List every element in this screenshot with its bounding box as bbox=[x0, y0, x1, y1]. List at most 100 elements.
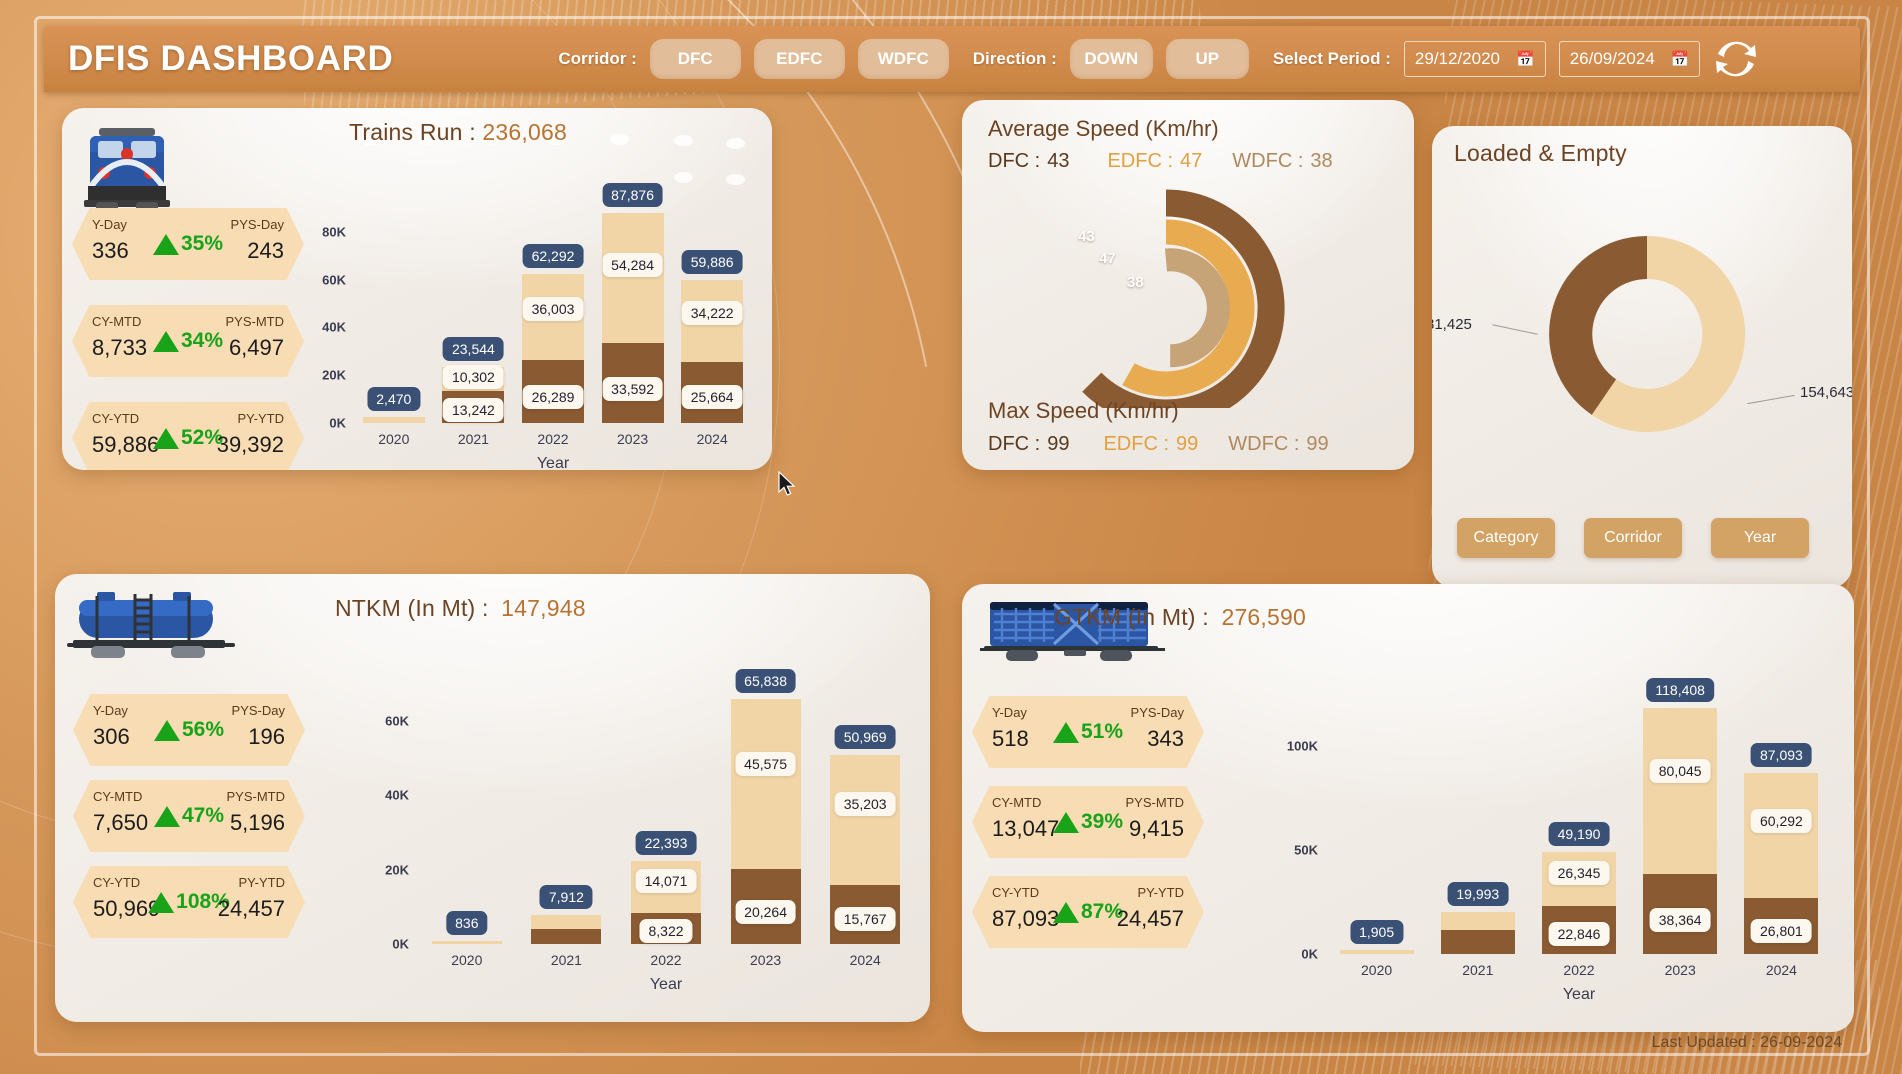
filter-button-corridor[interactable]: Corridor bbox=[1584, 518, 1682, 558]
bar-column[interactable] bbox=[362, 417, 425, 423]
x-axis-title: Year bbox=[649, 976, 683, 993]
triangle-up-icon bbox=[152, 427, 179, 449]
avg-wdfc-label: WDFC : bbox=[1232, 150, 1304, 172]
avg-edfc-label: EDFC : bbox=[1107, 150, 1174, 172]
ntkm-title-label: NTKM (In Mt) : bbox=[335, 595, 489, 621]
x-axis-title: Year bbox=[536, 455, 570, 470]
x-axis-title: Year bbox=[1562, 986, 1596, 1003]
bar-total-label: 836 bbox=[446, 910, 488, 935]
kpi-cy-mtd[interactable]: CY-MTD 7,650 47% PYS-MTD 5,196 bbox=[73, 780, 305, 852]
kpi-y-day[interactable]: Y-Day 518 51% PYS-Day 343 bbox=[972, 696, 1204, 768]
page-title: DFIS DASHBOARD bbox=[68, 39, 394, 78]
refresh-icon[interactable] bbox=[1713, 37, 1759, 81]
bar-total-label: 59,886 bbox=[681, 249, 743, 274]
bar-column[interactable] bbox=[431, 940, 502, 944]
bar-segment-upper bbox=[1440, 912, 1515, 931]
filter-button-category[interactable]: Category bbox=[1457, 518, 1555, 558]
y-axis-tick: 50K bbox=[1294, 842, 1318, 858]
bar-column[interactable] bbox=[1339, 950, 1414, 954]
x-axis-tick: 2024 bbox=[849, 952, 881, 968]
calendar-icon[interactable]: 📅 bbox=[1671, 52, 1690, 67]
kpi-left-value: 518 bbox=[992, 726, 1029, 751]
speed-panel: Average Speed (Km/hr) DFC : 43 EDFC : 47… bbox=[962, 100, 1414, 470]
kpi-cy-ytd[interactable]: CY-YTD 87,093 87% PY-YTD 24,457 bbox=[972, 876, 1204, 948]
bar-segment-label-lower: 8,322 bbox=[639, 919, 693, 944]
max-wdfc-value: 99 bbox=[1306, 433, 1329, 455]
bar-total-label: 19,993 bbox=[1447, 882, 1509, 907]
max-speed-values: DFC : 99 EDFC : 99 WDFC : 99 bbox=[988, 433, 1329, 456]
filter-button-year[interactable]: Year bbox=[1711, 518, 1809, 558]
kpi-left-value: 8,733 bbox=[92, 335, 148, 360]
kpi-cy-ytd[interactable]: CY-YTD 59,886 52% PY-YTD 39,392 bbox=[72, 402, 304, 470]
select-period-label: Select Period : bbox=[1272, 49, 1391, 68]
bar-total-label: 23,544 bbox=[442, 336, 504, 361]
kpi-right-label: PYS-Day bbox=[231, 703, 285, 718]
bar-segment-lower bbox=[531, 928, 602, 944]
bar-column[interactable] bbox=[531, 914, 602, 944]
loaded-empty-donut bbox=[1549, 235, 1746, 432]
trains-run-title: Trains Run : 236,068 bbox=[349, 119, 567, 146]
bar-segment-label-upper: 60,292 bbox=[1750, 808, 1812, 833]
trains-run-panel: Trains Run : 236,068 Y-Day 336 35% PYS-D… bbox=[62, 108, 772, 470]
kpi-right-value: 5,196 bbox=[229, 810, 285, 835]
max-dfc-value: 99 bbox=[1047, 433, 1070, 455]
avg-dfc-label: DFC : bbox=[988, 150, 1041, 172]
x-axis-tick: 2023 bbox=[1664, 962, 1696, 978]
kpi-left-value: 59,886 bbox=[92, 432, 160, 457]
bar-segment-lower bbox=[1440, 930, 1515, 954]
kpi-delta: 56% bbox=[153, 718, 225, 742]
kpi-right-label: PYS-Day bbox=[1130, 705, 1184, 720]
x-axis-tick: 2021 bbox=[1462, 962, 1494, 978]
bar-segment-label-upper: 26,345 bbox=[1548, 860, 1610, 885]
bar-segment-upper bbox=[730, 699, 801, 869]
average-speed-title: Average Speed (Km/hr) bbox=[988, 116, 1219, 141]
gtkm-chart: 0K 50K 100K 1,905 2020 19,993 2021 49,190 26,345… bbox=[1252, 677, 1832, 1003]
kpi-left-label: CY-MTD bbox=[92, 314, 142, 329]
date-from-input[interactable]: 29/12/2020 📅 bbox=[1403, 41, 1546, 77]
kpi-pct: 56% bbox=[181, 718, 225, 741]
kpi-delta: 87% bbox=[1052, 900, 1123, 924]
bar-segment-label-upper: 36,003 bbox=[522, 296, 584, 321]
kpi-delta: 51% bbox=[1052, 720, 1123, 744]
kpi-y-day[interactable]: Y-Day 336 35% PYS-Day 243 bbox=[72, 208, 304, 280]
bar-segment-label-upper: 14,071 bbox=[635, 868, 697, 893]
y-axis-tick: 80K bbox=[322, 224, 346, 240]
date-to-input[interactable]: 26/09/2024 📅 bbox=[1558, 41, 1701, 77]
direction-option-down[interactable]: DOWN bbox=[1069, 39, 1153, 79]
bar-segment-label-lower: 26,801 bbox=[1750, 918, 1812, 943]
corridor-option-edfc[interactable]: EDFC bbox=[753, 39, 845, 79]
corridor-option-dfc[interactable]: DFC bbox=[649, 39, 741, 79]
trains-run-chart: 0K 20K 40K 60K 80K 2,470 2020 23,544 10,302 13,24… bbox=[302, 183, 752, 470]
kpi-left-value: 306 bbox=[93, 724, 130, 749]
calendar-icon[interactable]: 📅 bbox=[1516, 52, 1535, 67]
bar-segment-upper bbox=[601, 213, 664, 343]
x-axis-tick: 2022 bbox=[537, 431, 569, 447]
kpi-pct: 35% bbox=[180, 232, 224, 255]
x-axis-tick: 2024 bbox=[1765, 962, 1797, 978]
kpi-delta: 35% bbox=[152, 232, 224, 256]
triangle-up-icon bbox=[1052, 721, 1079, 743]
kpi-cy-mtd[interactable]: CY-MTD 8,733 34% PYS-MTD 6,497 bbox=[72, 305, 304, 377]
gtkm-panel: GTKM (In Mt) : 276,590 Y-Day 518 51% PYS… bbox=[962, 584, 1854, 1032]
bar-segment-label-lower: 13,242 bbox=[442, 397, 504, 422]
corridor-option-wdfc[interactable]: WDFC bbox=[857, 39, 949, 79]
triangle-up-icon bbox=[152, 330, 179, 352]
kpi-left-label: Y-Day bbox=[992, 705, 1027, 720]
bar-segment-label-lower: 15,767 bbox=[834, 907, 896, 932]
y-axis-tick: 20K bbox=[385, 862, 409, 878]
direction-option-up[interactable]: UP bbox=[1165, 39, 1249, 79]
ntkm-title-value: 147,948 bbox=[501, 595, 586, 621]
bar-segment-label-lower: 33,592 bbox=[602, 377, 664, 402]
kpi-cy-mtd[interactable]: CY-MTD 13,047 39% PYS-MTD 9,415 bbox=[972, 786, 1204, 858]
bar-segment-upper bbox=[431, 940, 502, 944]
bar-column[interactable] bbox=[1440, 912, 1515, 954]
kpi-right-value: 24,457 bbox=[217, 896, 285, 921]
kpi-left-value: 13,047 bbox=[992, 816, 1060, 841]
kpi-y-day[interactable]: Y-Day 306 56% PYS-Day 196 bbox=[73, 694, 305, 766]
date-from-value: 29/12/2020 bbox=[1414, 49, 1501, 68]
kpi-cy-ytd[interactable]: CY-YTD 50,969 108% PY-YTD 24,457 bbox=[73, 866, 305, 938]
bar-segment-upper bbox=[830, 754, 901, 886]
bar-segment-upper bbox=[362, 417, 425, 423]
kpi-right-label: PYS-MTD bbox=[226, 789, 286, 804]
y-axis-tick: 0K bbox=[329, 415, 346, 431]
